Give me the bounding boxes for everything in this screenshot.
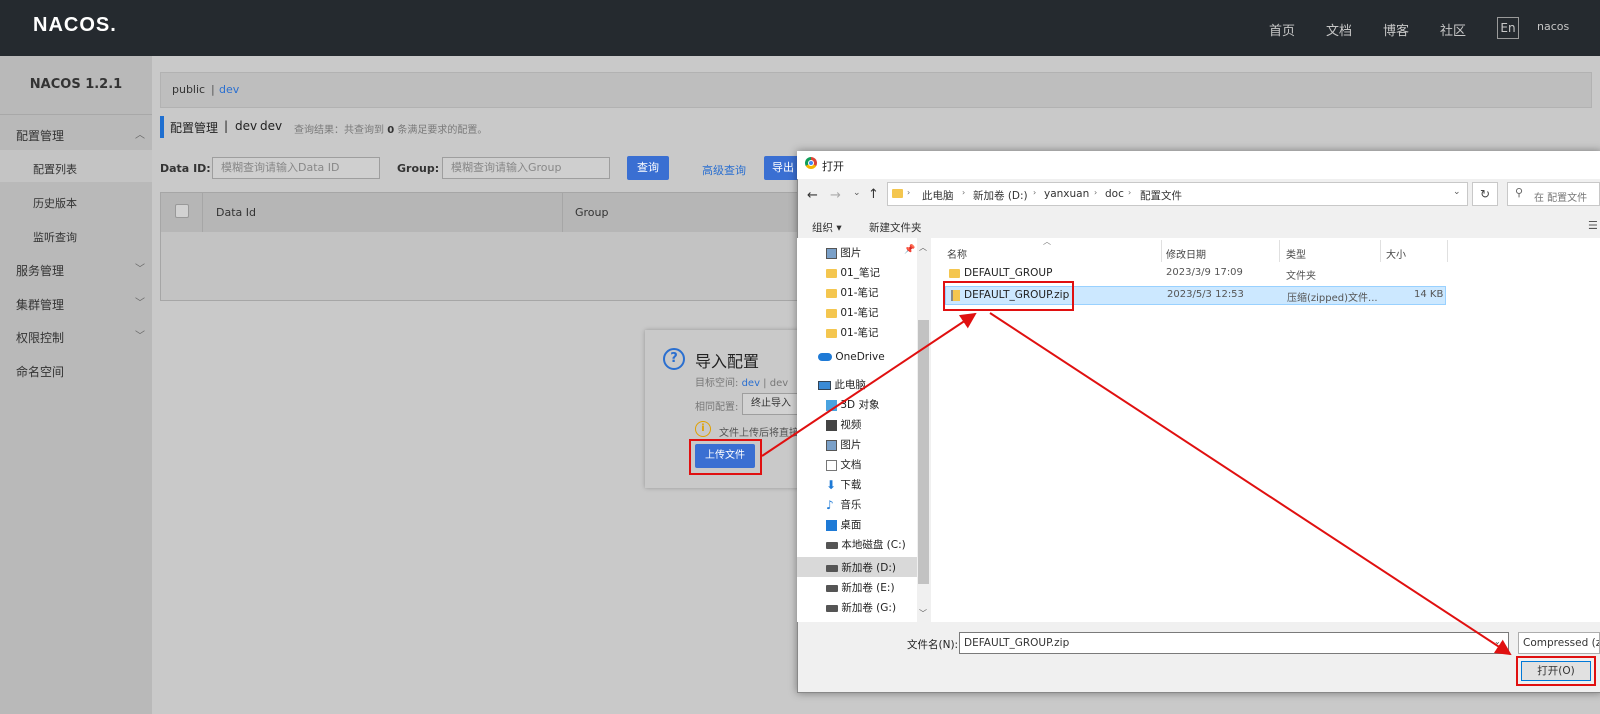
arrow-upload-to-file <box>761 312 977 457</box>
arrow-file-to-open <box>989 312 1512 656</box>
annotation-arrows <box>761 312 1512 656</box>
